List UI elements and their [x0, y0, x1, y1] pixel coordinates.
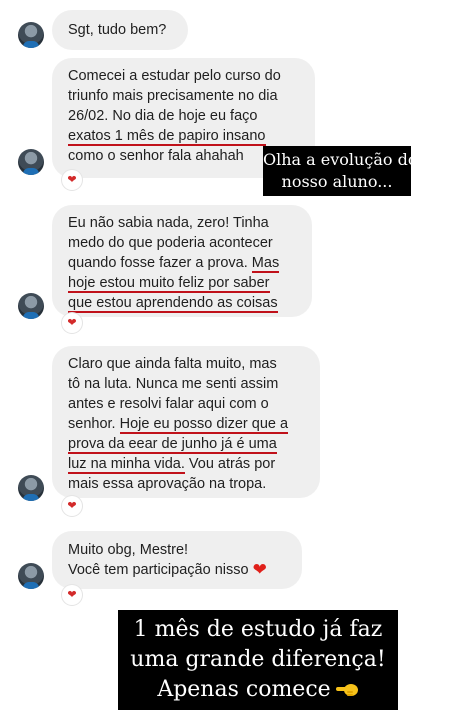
message-text: Você tem participação nisso: [68, 562, 253, 578]
heart-emoji-icon: ❤: [252, 560, 267, 579]
heart-reaction-icon[interactable]: ❤: [62, 170, 82, 190]
message-text: Claro que ainda falta muito, mas: [68, 356, 277, 372]
sender-avatar[interactable]: [18, 563, 44, 589]
message-bubble[interactable]: Claro que ainda falta muito, mas tô na l…: [52, 346, 320, 498]
caption-sticker-bottom[interactable]: 1 mês de estudo já faz uma grande difere…: [118, 610, 398, 710]
message-text: tô na luta. Nunca me senti assim: [68, 376, 279, 392]
chat-thread: Sgt, tudo bem? Comecei a estudar pelo cu…: [0, 0, 450, 719]
message-text: Vou atrás por: [184, 456, 276, 472]
highlighted-text: Hoje eu posso dizer que a: [119, 416, 289, 434]
caption-line: Olha a evolução do: [263, 150, 418, 169]
sender-avatar[interactable]: [18, 22, 44, 48]
heart-reaction-icon[interactable]: ❤: [62, 496, 82, 516]
message-text: quando fosse fazer a prova.: [68, 255, 252, 271]
message-text: 26/02. No dia de hoje eu faço: [68, 108, 258, 124]
highlighted-text: prova da eear de junho já é uma: [68, 436, 277, 454]
message-text: Eu não sabia nada, zero! Tinha: [68, 215, 269, 231]
message-text: Sgt, tudo bem?: [68, 22, 167, 38]
message-text: medo do que poderia acontecer: [68, 235, 273, 251]
heart-reaction-icon[interactable]: ❤: [62, 585, 82, 605]
highlighted-text: Mas: [251, 255, 280, 273]
caption-line: 1 mês de estudo já faz: [133, 617, 383, 642]
message-bubble[interactable]: Sgt, tudo bem?: [52, 10, 188, 50]
caption-line: uma grande diferença!: [130, 647, 386, 672]
highlighted-text: exatos 1 mês de papiro insano: [68, 128, 266, 146]
message-text: mais essa aprovação na tropa.: [68, 476, 267, 492]
sender-avatar[interactable]: [18, 149, 44, 175]
message-text: Comecei a estudar pelo curso do: [68, 68, 281, 84]
heart-reaction-icon[interactable]: ❤: [62, 313, 82, 333]
pointing-hand-icon: [335, 684, 358, 696]
caption-line: nosso aluno...: [281, 172, 393, 191]
caption-sticker-top[interactable]: Olha a evolução do nosso aluno...: [263, 146, 418, 196]
sender-avatar[interactable]: [18, 475, 44, 501]
message-text: triunfo mais precisamente no dia: [68, 88, 278, 104]
highlighted-text: hoje estou muito feliz por saber: [68, 275, 270, 293]
message-bubble[interactable]: Eu não sabia nada, zero! Tinha medo do q…: [52, 205, 312, 317]
sender-avatar[interactable]: [18, 293, 44, 319]
message-text: Muito obg, Mestre!: [68, 542, 189, 558]
caption-line: Apenas comece: [157, 677, 331, 702]
highlighted-text: luz na minha vida.: [68, 456, 185, 474]
highlighted-text: que estou aprendendo as coisas: [68, 295, 278, 313]
message-text: antes e resolvi falar aqui com o: [68, 396, 269, 412]
message-bubble[interactable]: Muito obg, Mestre! Você tem participação…: [52, 531, 302, 589]
message-text: senhor.: [68, 416, 120, 432]
